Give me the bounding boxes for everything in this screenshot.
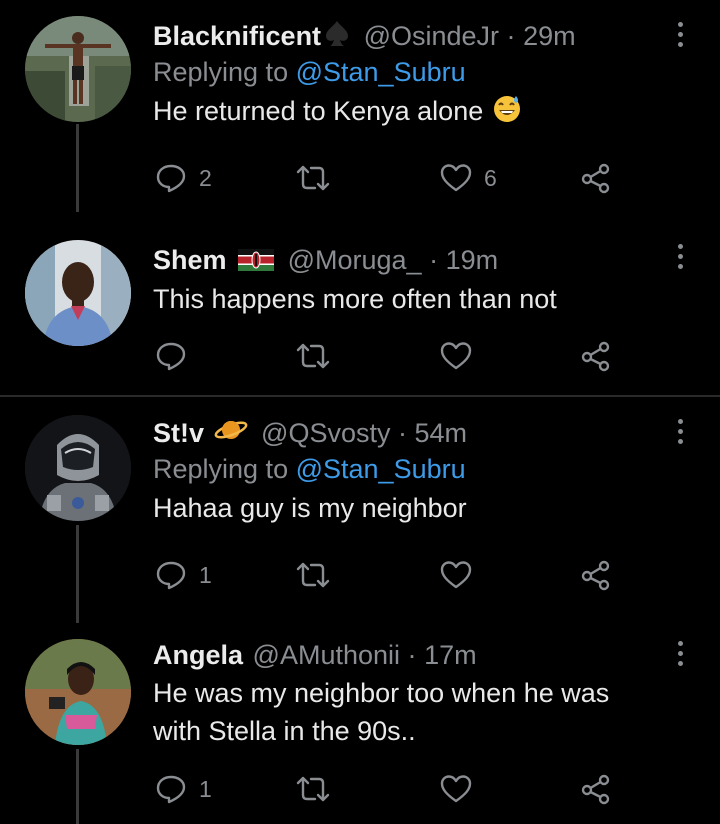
retweet-icon (296, 165, 330, 191)
tweet-text: Hahaa guy is my neighbor (153, 493, 467, 523)
user-handle[interactable]: @Moruga_ (288, 245, 422, 275)
timestamp[interactable]: 19m (446, 245, 499, 275)
thread-line (76, 124, 79, 212)
share-icon (581, 163, 610, 194)
timestamp[interactable]: 29m (523, 21, 576, 51)
retweet-icon (296, 562, 330, 588)
spade-icon (324, 19, 350, 56)
thread-line (76, 525, 79, 623)
reply-button[interactable]: 1 (155, 769, 212, 809)
share-button[interactable] (580, 769, 612, 809)
heart-icon (440, 342, 472, 370)
user-handle[interactable]: @AMuthonii (253, 640, 400, 670)
retweet-button[interactable] (295, 555, 331, 595)
replying-to: Replying to @Stan_Subru (153, 54, 680, 92)
tweet-header: Blacknificent @OsindeJr · 29m (153, 18, 680, 54)
share-icon (581, 560, 610, 591)
avatar-image (25, 16, 131, 122)
tweet-3[interactable]: St!v @QSvosty · 54m Replying to @Stan_Su… (0, 397, 720, 623)
tweet-2[interactable]: Shem @Moruga_ · 19m This happens more of… (0, 212, 720, 392)
timestamp[interactable]: 17m (424, 640, 477, 670)
reply-icon (156, 342, 186, 371)
avatar[interactable] (25, 415, 131, 521)
heart-icon (440, 164, 472, 192)
share-icon (581, 341, 610, 372)
tweet-text-line: with Stella in the 90s.. (153, 716, 416, 746)
reply-count: 2 (199, 164, 212, 191)
reply-icon (156, 561, 186, 590)
reply-count: 1 (199, 561, 212, 588)
avatar-image (25, 639, 131, 745)
ringed-planet-icon (214, 416, 248, 453)
heart-icon (440, 775, 472, 803)
more-options-icon[interactable] (670, 14, 690, 54)
retweet-icon (296, 343, 330, 369)
reply-button[interactable]: 2 (155, 158, 212, 198)
share-icon (581, 774, 610, 805)
retweet-button[interactable] (295, 336, 331, 376)
reply-icon (156, 775, 186, 804)
thread-line (76, 749, 79, 824)
more-options-icon[interactable] (670, 633, 690, 673)
heart-icon (440, 561, 472, 589)
display-name[interactable]: Shem (153, 245, 227, 275)
separator-dot: · (429, 245, 439, 275)
share-button[interactable] (580, 158, 612, 198)
retweet-button[interactable] (295, 158, 331, 198)
display-name[interactable]: Blacknificent (153, 21, 321, 51)
tweet-text-content: He returned to Kenya alone (153, 96, 484, 127)
tweet-text: This happens more often than not (153, 284, 557, 314)
tweet-actions: 2 6 (155, 158, 615, 198)
tweet-4[interactable]: Angela @AMuthonii · 17m He was my neighb… (0, 623, 720, 824)
separator-dot: · (398, 418, 407, 448)
retweet-button[interactable] (295, 769, 331, 809)
replying-prefix: Replying to (153, 454, 289, 484)
share-button[interactable] (580, 336, 612, 376)
tweet-header: Angela @AMuthonii · 17m (153, 637, 680, 673)
avatar[interactable] (25, 16, 131, 122)
avatar-image (25, 415, 131, 521)
separator-dot: · (407, 640, 417, 670)
display-name[interactable]: Angela (153, 640, 243, 670)
tweet-1[interactable]: Blacknificent @OsindeJr · 29m Replying t… (0, 0, 720, 212)
tweet-header: Shem @Moruga_ · 19m (153, 242, 680, 278)
user-handle[interactable]: @QSvosty (261, 418, 390, 448)
tweet-header: St!v @QSvosty · 54m (153, 415, 680, 451)
avatar[interactable] (25, 639, 131, 745)
replying-to: Replying to @Stan_Subru (153, 451, 680, 489)
separator-dot: · (506, 21, 516, 51)
reply-button[interactable]: 1 (155, 555, 212, 595)
more-options-icon[interactable] (670, 236, 690, 276)
like-count: 6 (484, 164, 497, 191)
tweet-actions: 1 (155, 769, 615, 809)
like-button[interactable] (440, 555, 472, 595)
replying-prefix: Replying to (153, 57, 289, 87)
more-options-icon[interactable] (670, 411, 690, 451)
like-button[interactable] (440, 336, 472, 376)
tweet-text-line: He was my neighbor too when he was (153, 678, 610, 708)
timestamp[interactable]: 54m (415, 418, 468, 448)
grinning-sweat-emoji-icon (491, 92, 523, 134)
reply-icon (156, 164, 186, 193)
reply-count: 1 (199, 775, 212, 802)
like-button[interactable]: 6 (440, 158, 497, 198)
display-name[interactable]: St!v (153, 418, 204, 448)
share-button[interactable] (580, 555, 612, 595)
kenya-flag-icon (238, 244, 275, 280)
avatar-image (25, 240, 131, 346)
mention-link[interactable]: @Stan_Subru (296, 57, 466, 87)
mention-link[interactable]: @Stan_Subru (296, 454, 466, 484)
tweet-text: He returned to Kenya alone (153, 92, 680, 134)
like-button[interactable] (440, 769, 472, 809)
tweet-actions: 1 (155, 555, 615, 595)
avatar[interactable] (25, 240, 131, 346)
tweet-actions (155, 336, 615, 376)
tweet-text: He was my neighbor too when he was with … (153, 674, 680, 750)
user-handle[interactable]: @OsindeJr (364, 21, 499, 51)
reply-button[interactable] (155, 336, 187, 376)
retweet-icon (296, 776, 330, 802)
